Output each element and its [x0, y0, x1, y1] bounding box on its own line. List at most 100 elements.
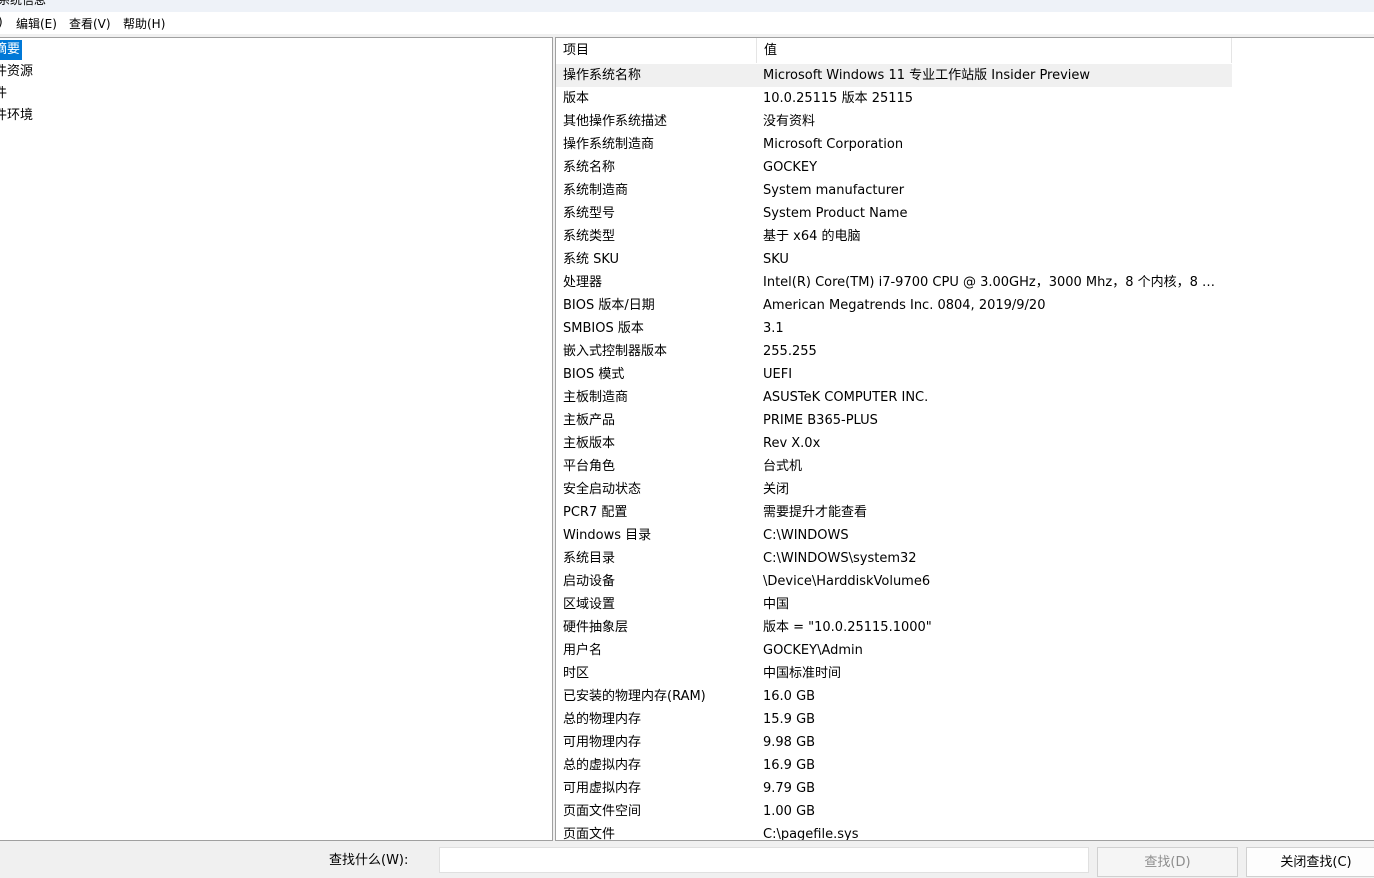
menu-file[interactable]: ) [0, 15, 3, 29]
find-button[interactable]: 查找(D) [1097, 847, 1238, 877]
close-find-button[interactable]: 关闭查找(C) [1246, 847, 1374, 877]
row-value: Microsoft Corporation [763, 137, 904, 152]
table-row[interactable]: 时区 中国标准时间 [556, 662, 1232, 685]
table-row[interactable]: 安全启动状态 关闭 [556, 478, 1232, 501]
details-rows: 操作系统名称 Microsoft Windows 11 专业工作站版 Inside… [556, 64, 1232, 841]
table-row[interactable]: 可用虚拟内存 9.79 GB [556, 777, 1232, 800]
table-row[interactable]: BIOS 模式 UEFI [556, 363, 1232, 386]
row-item: 区域设置 [563, 597, 616, 612]
column-header-item[interactable]: 项目 [556, 38, 757, 63]
table-row[interactable]: 版本 10.0.25115 版本 25115 [556, 87, 1232, 110]
row-value: 中国标准时间 [763, 666, 842, 681]
row-item: 系统目录 [563, 551, 616, 566]
row-item: 可用虚拟内存 [563, 781, 642, 796]
table-row[interactable]: 用户名 GOCKEY\Admin [556, 639, 1232, 662]
row-value: 16.9 GB [763, 758, 816, 773]
row-item: 系统型号 [563, 206, 616, 221]
row-item: 其他操作系统描述 [563, 114, 668, 129]
row-value: Intel(R) Core(TM) i7-9700 CPU @ 3.00GHz，… [763, 275, 1228, 290]
row-value: GOCKEY\Admin [763, 643, 863, 658]
find-input[interactable] [439, 847, 1089, 873]
table-row[interactable]: 页面文件空间 1.00 GB [556, 800, 1232, 823]
table-row[interactable]: 系统制造商 System manufacturer [556, 179, 1232, 202]
table-row[interactable]: 总的虚拟内存 16.9 GB [556, 754, 1232, 777]
table-row[interactable]: 可用物理内存 9.98 GB [556, 731, 1232, 754]
row-value: PRIME B365-PLUS [763, 413, 878, 428]
row-value: 10.0.25115 版本 25115 [763, 91, 914, 106]
details-list[interactable]: 项目 值 操作系统名称 Microsoft Windows 11 专业工作站版 I… [555, 37, 1374, 841]
table-row[interactable]: 已安装的物理内存(RAM) 16.0 GB [556, 685, 1232, 708]
row-value: 255.255 [763, 344, 817, 359]
tree-item-components[interactable]: 件 [0, 84, 9, 104]
tree-item-software-environment[interactable]: 件环境 [0, 106, 35, 126]
table-row[interactable]: 处理器 Intel(R) Core(TM) i7-9700 CPU @ 3.00G… [556, 271, 1232, 294]
row-item: 页面文件空间 [563, 804, 642, 819]
table-row[interactable]: 硬件抽象层 版本 = "10.0.25115.1000" [556, 616, 1232, 639]
row-item: 已安装的物理内存(RAM) [563, 689, 706, 704]
row-value: 15.9 GB [763, 712, 816, 727]
row-item: 可用物理内存 [563, 735, 642, 750]
table-row[interactable]: SMBIOS 版本 3.1 [556, 317, 1232, 340]
table-row[interactable]: 系统目录 C:\WINDOWS\system32 [556, 547, 1232, 570]
table-row[interactable]: 其他操作系统描述 没有资料 [556, 110, 1232, 133]
column-header-value[interactable]: 值 [757, 38, 1232, 63]
row-value: 台式机 [763, 459, 803, 474]
row-item: 系统名称 [563, 160, 616, 175]
category-tree[interactable]: 摘要 件资源 件 件环境 [0, 37, 553, 841]
row-item: SMBIOS 版本 [563, 321, 644, 336]
row-value: C:\WINDOWS [763, 528, 849, 543]
menu-bar: ) 编辑(E) 查看(V) 帮助(H) [0, 12, 1374, 34]
table-row[interactable]: 嵌入式控制器版本 255.255 [556, 340, 1232, 363]
table-row[interactable]: 启动设备 \Device\HarddiskVolume6 [556, 570, 1232, 593]
table-row[interactable]: 系统型号 System Product Name [556, 202, 1232, 225]
table-row[interactable]: 系统名称 GOCKEY [556, 156, 1232, 179]
row-item: 平台角色 [563, 459, 616, 474]
table-row[interactable]: 页面文件 C:\pagefile.sys [556, 823, 1232, 841]
menu-view[interactable]: 查看(V) [69, 15, 111, 32]
row-item: PCR7 配置 [563, 505, 628, 520]
row-value: 没有资料 [763, 114, 816, 129]
row-value: 需要提升才能查看 [763, 505, 868, 520]
row-value: \Device\HarddiskVolume6 [763, 574, 931, 589]
row-item: 嵌入式控制器版本 [563, 344, 668, 359]
table-row[interactable]: 平台角色 台式机 [556, 455, 1232, 478]
row-value: SKU [763, 252, 789, 267]
table-row[interactable]: 系统类型 基于 x64 的电脑 [556, 225, 1232, 248]
row-value: ASUSTeK COMPUTER INC. [763, 390, 929, 405]
row-item: 版本 [563, 91, 590, 106]
table-row[interactable]: 操作系统名称 Microsoft Windows 11 专业工作站版 Inside… [556, 64, 1232, 87]
row-value: 关闭 [763, 482, 790, 497]
tree-item-hardware-resources[interactable]: 件资源 [0, 62, 35, 82]
table-row[interactable]: 主板产品 PRIME B365-PLUS [556, 409, 1232, 432]
row-item: 处理器 [563, 275, 603, 290]
tree-item-summary[interactable]: 摘要 [0, 40, 23, 60]
row-value: C:\pagefile.sys [763, 827, 859, 841]
row-item: BIOS 版本/日期 [563, 298, 655, 313]
row-item: 时区 [563, 666, 590, 681]
row-value: 9.98 GB [763, 735, 816, 750]
table-row[interactable]: 操作系统制造商 Microsoft Corporation [556, 133, 1232, 156]
row-value: 基于 x64 的电脑 [763, 229, 861, 244]
table-row[interactable]: 主板版本 Rev X.0x [556, 432, 1232, 455]
table-row[interactable]: 区域设置 中国 [556, 593, 1232, 616]
menu-edit[interactable]: 编辑(E) [16, 15, 57, 32]
table-row[interactable]: 主板制造商 ASUSTeK COMPUTER INC. [556, 386, 1232, 409]
row-value: Rev X.0x [763, 436, 821, 451]
table-row[interactable]: Windows 目录 C:\WINDOWS [556, 524, 1232, 547]
row-value: 16.0 GB [763, 689, 816, 704]
table-row[interactable]: PCR7 配置 需要提升才能查看 [556, 501, 1232, 524]
table-row[interactable]: 总的物理内存 15.9 GB [556, 708, 1232, 731]
table-row[interactable]: 系统 SKU SKU [556, 248, 1232, 271]
row-value: Microsoft Windows 11 专业工作站版 Insider Prev… [763, 68, 1091, 83]
row-value: American Megatrends Inc. 0804, 2019/9/20 [763, 298, 1046, 313]
row-item: 操作系统名称 [563, 68, 642, 83]
row-item: BIOS 模式 [563, 367, 625, 382]
table-row[interactable]: BIOS 版本/日期 American Megatrends Inc. 0804,… [556, 294, 1232, 317]
menu-help[interactable]: 帮助(H) [123, 15, 165, 32]
row-item: 主板产品 [563, 413, 616, 428]
row-item: 启动设备 [563, 574, 616, 589]
row-value: System Product Name [763, 206, 908, 221]
row-item: 硬件抽象层 [563, 620, 629, 635]
row-item: 总的物理内存 [563, 712, 642, 727]
row-item: 系统 SKU [563, 252, 620, 267]
